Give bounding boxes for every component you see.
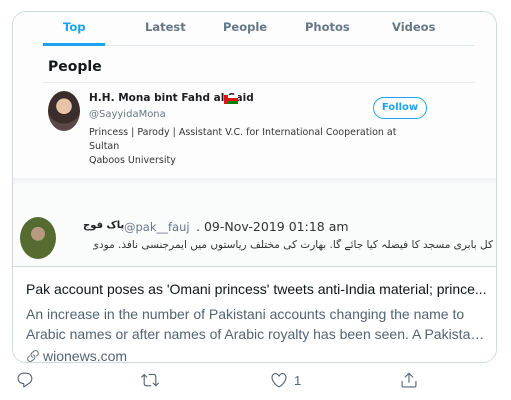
tweet-avatar [20,217,56,259]
search-tabs: Top Latest People Photos Videos [43,12,475,46]
card-image[interactable]: Top Latest People Photos Videos People H… [13,12,496,266]
profile-bio-line: Qaboos University [89,155,176,166]
like-count: 1 [294,372,302,388]
tab-top: Top [63,20,86,34]
embedded-search-results: Top Latest People Photos Videos People H… [13,12,496,180]
tweet-handle: @pak__fauj [124,220,190,234]
reply-button[interactable] [16,369,40,391]
link-preview-card[interactable]: Top Latest People Photos Videos People H… [12,11,497,363]
profile-avatar [48,91,80,131]
tweet-date: . 09-Nov-2019 01:18 am [196,219,349,234]
retweet-icon [141,373,159,387]
link-icon [27,350,39,362]
tab-latest: Latest [145,20,186,34]
like-button[interactable]: 1 [270,369,301,391]
share-icon [401,372,417,388]
heart-icon [271,373,287,388]
tab-photos: Photos [305,20,350,34]
embedded-tweet: پاک فوج @pak__fauj . 09-Nov-2019 01:18 a… [13,184,496,266]
active-tab-indicator [43,43,105,46]
card-domain-label: wionews.com [43,348,128,363]
follow-button: Follow [373,97,427,119]
tweet-display-name: پاک فوج [83,220,125,231]
tweet-text: کل بابری مسجد کا فیصلہ کیا جائے گا. بھار… [93,239,493,251]
profile-handle: @SayyidaMona [89,109,166,120]
tab-people: People [223,20,268,34]
share-button[interactable] [400,369,424,391]
card-text-block[interactable]: Pak account poses as 'Omani princess' tw… [13,266,496,363]
reply-icon [17,372,33,388]
card-description-line: Arabic names or after names of Arabic ro… [26,326,488,342]
card-description-line: An increase in the number of Pakistani a… [26,306,465,322]
retweet-button[interactable] [141,369,165,391]
card-description: An increase in the number of Pakistani a… [26,304,488,344]
profile-bio: Princess | Parody | Assistant V.C. for I… [89,126,409,168]
card-title[interactable]: Pak account poses as 'Omani princess' tw… [26,281,488,297]
divider [43,82,475,83]
tab-videos: Videos [392,20,436,34]
card-domain[interactable]: wionews.com [26,348,128,363]
oman-flag-icon [224,95,238,104]
profile-bio-line: Princess | Parody | Assistant V.C. for I… [89,127,397,152]
tweet-action-bar: 1 [0,369,511,393]
section-title-people: People [48,59,102,75]
